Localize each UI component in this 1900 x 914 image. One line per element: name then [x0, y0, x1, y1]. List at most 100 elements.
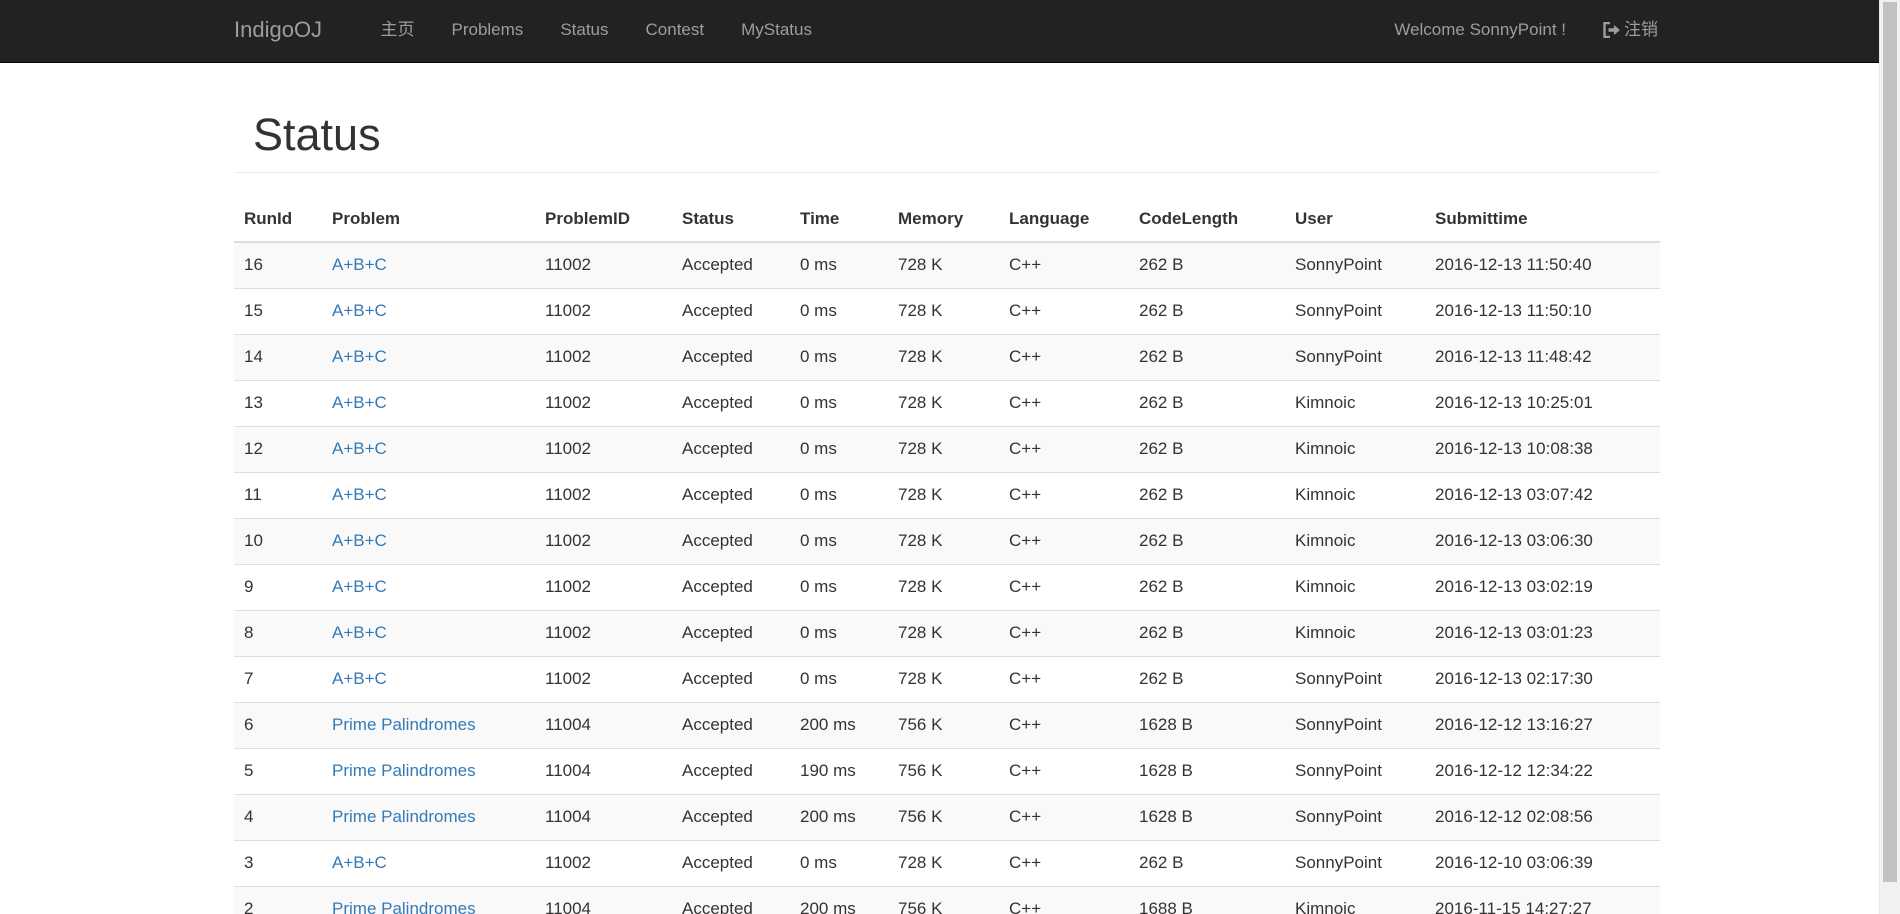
submittime-cell: 2016-12-12 13:16:27 — [1425, 701, 1660, 748]
user-cell: Kimnoic — [1285, 471, 1425, 518]
table-cell: Prime Palindromes — [322, 885, 535, 914]
problem-link[interactable]: A+B+C — [332, 255, 387, 274]
problem-link[interactable]: A+B+C — [332, 853, 387, 872]
codelength-cell: 262 B — [1129, 333, 1285, 380]
runid-cell: 5 — [234, 747, 322, 794]
vertical-scrollbar[interactable] — [1879, 0, 1900, 914]
nav-right: Welcome SonnyPoint ! 注销 — [1394, 0, 1660, 60]
nav-link-home[interactable]: 主页 — [362, 0, 433, 60]
page-content-area: IndigoOJ 主页 Problems Status Contest MySt… — [0, 0, 1880, 914]
user-cell: SonnyPoint — [1285, 241, 1425, 288]
problemid-cell: 11002 — [535, 287, 672, 334]
problem-link[interactable]: A+B+C — [332, 439, 387, 458]
table-row: 3 A+B+C 11002 Accepted 0 ms 728 K C++ 262 B Sonn… — [234, 839, 1660, 886]
nav-link-contest[interactable]: Contest — [627, 0, 723, 60]
problemid-cell: 11002 — [535, 471, 672, 518]
user-cell: SonnyPoint — [1285, 839, 1425, 886]
nav-links: 主页 Problems Status Contest MyStatus — [362, 0, 830, 60]
codelength-cell: 262 B — [1129, 471, 1285, 518]
problem-link[interactable]: Prime Palindromes — [332, 715, 476, 734]
memory-cell: 756 K — [888, 747, 999, 794]
col-header-problemid: ProblemID — [535, 196, 672, 243]
submittime-cell: 2016-12-12 12:34:22 — [1425, 747, 1660, 794]
submittime-cell: 2016-12-13 03:01:23 — [1425, 609, 1660, 656]
table-row: 8 A+B+C 11002 Accepted 0 ms 728 K C++ 262 B Kimn… — [234, 609, 1660, 656]
status-cell: Accepted — [672, 333, 790, 380]
problem-link[interactable]: Prime Palindromes — [332, 807, 476, 826]
user-cell: SonnyPoint — [1285, 287, 1425, 334]
problem-link[interactable]: A+B+C — [332, 623, 387, 642]
welcome-text: Welcome SonnyPoint ! — [1394, 20, 1566, 39]
codelength-cell: 1628 B — [1129, 793, 1285, 840]
problemid-cell: 11002 — [535, 609, 672, 656]
submittime-cell: 2016-11-15 14:27:27 — [1425, 885, 1660, 914]
codelength-cell: 262 B — [1129, 609, 1285, 656]
scrollbar-thumb[interactable] — [1883, 2, 1897, 882]
user-cell: Kimnoic — [1285, 425, 1425, 472]
problemid-cell: 11002 — [535, 379, 672, 426]
time-cell: 0 ms — [790, 609, 888, 656]
time-cell: 0 ms — [790, 425, 888, 472]
nav-link-status[interactable]: Status — [542, 0, 627, 60]
memory-cell: 728 K — [888, 287, 999, 334]
logout-link[interactable]: 注销 — [1603, 0, 1660, 60]
status-table: RunId Problem ProblemID Status Time Memo… — [234, 196, 1660, 914]
runid-cell: 11 — [234, 471, 322, 518]
table-cell: A+B+C — [322, 609, 535, 656]
codelength-cell: 262 B — [1129, 379, 1285, 426]
problem-link[interactable]: Prime Palindromes — [332, 899, 476, 914]
problem-link[interactable]: A+B+C — [332, 393, 387, 412]
col-header-memory: Memory — [888, 196, 999, 243]
problem-link[interactable]: Prime Palindromes — [332, 761, 476, 780]
col-header-status: Status — [672, 196, 790, 243]
problemid-cell: 11002 — [535, 333, 672, 380]
status-cell: Accepted — [672, 885, 790, 914]
submittime-cell: 2016-12-13 10:25:01 — [1425, 379, 1660, 426]
table-header-row: RunId Problem ProblemID Status Time Memo… — [234, 196, 1660, 243]
problem-link[interactable]: A+B+C — [332, 301, 387, 320]
problemid-cell: 11004 — [535, 701, 672, 748]
memory-cell: 756 K — [888, 701, 999, 748]
col-header-user: User — [1285, 196, 1425, 243]
table-row: 2 Prime Palindromes 11004 Accepted 200 ms 756… — [234, 885, 1660, 914]
user-cell: Kimnoic — [1285, 379, 1425, 426]
language-cell: C++ — [999, 701, 1129, 748]
table-cell: A+B+C — [322, 517, 535, 564]
table-cell: A+B+C — [322, 287, 535, 334]
table-row: 5 Prime Palindromes 11004 Accepted 190 ms 756… — [234, 747, 1660, 794]
brand-logo-link[interactable]: IndigoOJ — [234, 0, 322, 60]
language-cell: C++ — [999, 287, 1129, 334]
col-header-language: Language — [999, 196, 1129, 243]
user-cell: SonnyPoint — [1285, 793, 1425, 840]
time-cell: 0 ms — [790, 655, 888, 702]
codelength-cell: 262 B — [1129, 839, 1285, 886]
problem-link[interactable]: A+B+C — [332, 531, 387, 550]
problem-link[interactable]: A+B+C — [332, 347, 387, 366]
codelength-cell: 262 B — [1129, 655, 1285, 702]
table-row: 15 A+B+C 11002 Accepted 0 ms 728 K C++ 262 B Son… — [234, 287, 1660, 334]
status-cell: Accepted — [672, 471, 790, 518]
codelength-cell: 262 B — [1129, 425, 1285, 472]
table-cell: A+B+C — [322, 379, 535, 426]
language-cell: C++ — [999, 747, 1129, 794]
memory-cell: 728 K — [888, 241, 999, 288]
table-row: 12 A+B+C 11002 Accepted 0 ms 728 K C++ 262 B Kim… — [234, 425, 1660, 472]
nav-link-problems[interactable]: Problems — [433, 0, 542, 60]
status-cell: Accepted — [672, 563, 790, 610]
problem-link[interactable]: A+B+C — [332, 577, 387, 596]
col-header-problem: Problem — [322, 196, 535, 243]
status-cell: Accepted — [672, 701, 790, 748]
problem-link[interactable]: A+B+C — [332, 669, 387, 688]
logout-label: 注销 — [1624, 20, 1658, 39]
nav-link-mystatus[interactable]: MyStatus — [723, 0, 831, 60]
submittime-cell: 2016-12-13 03:02:19 — [1425, 563, 1660, 610]
user-cell: SonnyPoint — [1285, 701, 1425, 748]
codelength-cell: 262 B — [1129, 287, 1285, 334]
runid-cell: 12 — [234, 425, 322, 472]
time-cell: 0 ms — [790, 379, 888, 426]
table-cell: A+B+C — [322, 563, 535, 610]
runid-cell: 16 — [234, 241, 322, 288]
problem-link[interactable]: A+B+C — [332, 485, 387, 504]
runid-cell: 13 — [234, 379, 322, 426]
submittime-cell: 2016-12-13 03:06:30 — [1425, 517, 1660, 564]
